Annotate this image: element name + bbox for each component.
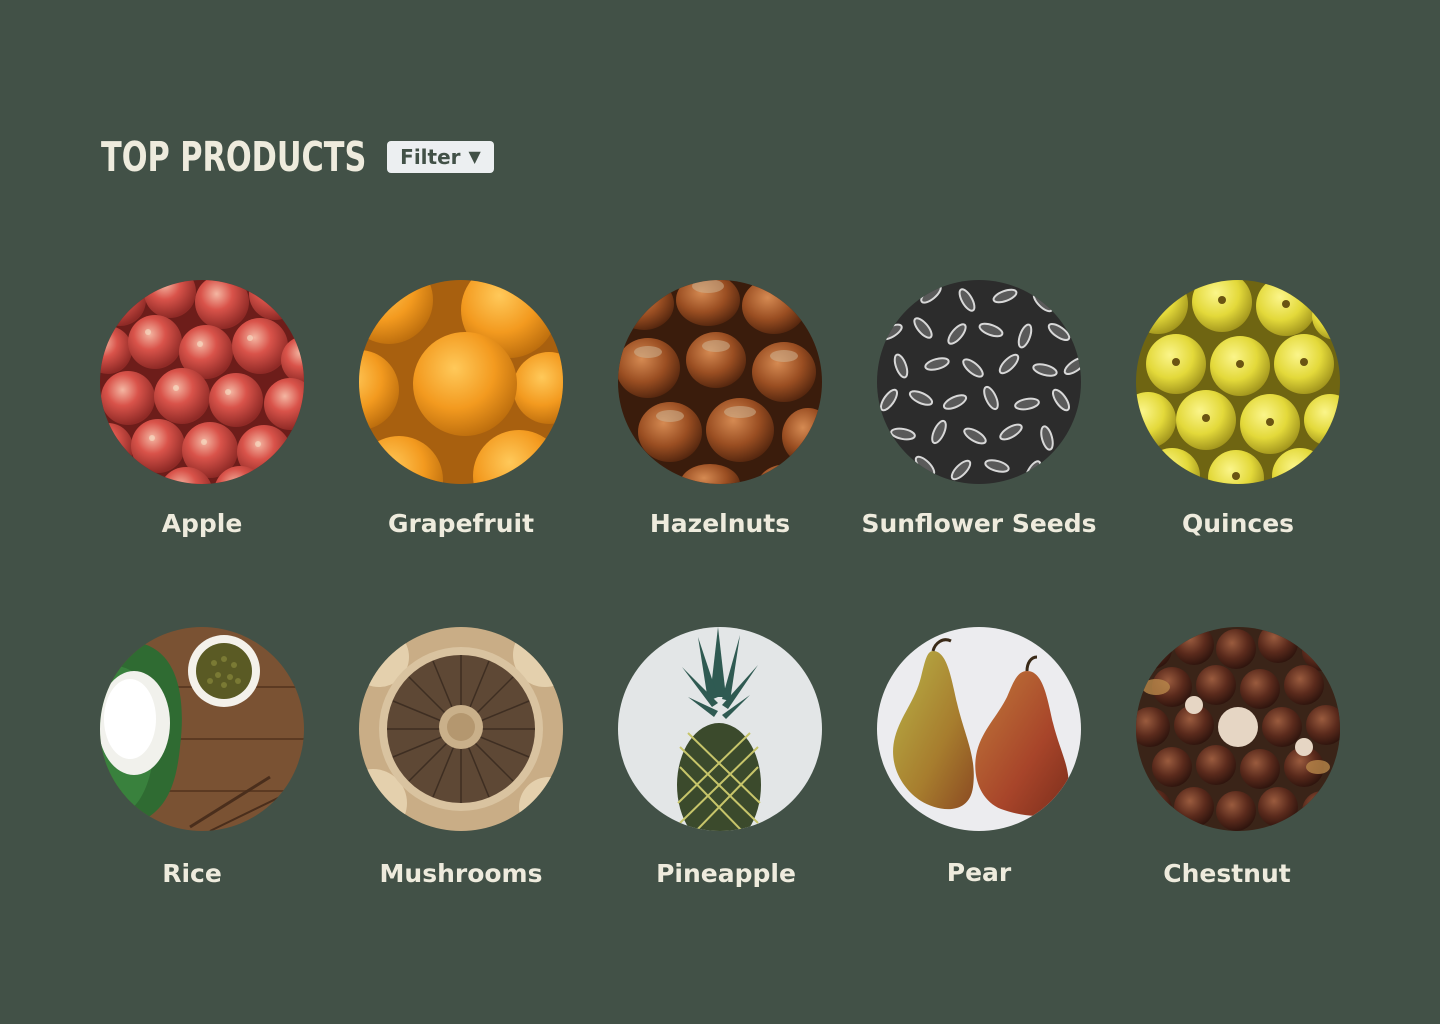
product-label: Pineapple: [656, 859, 796, 888]
hazelnuts-image: [618, 280, 822, 484]
mushrooms-image: [359, 627, 563, 831]
chestnut-image: [1136, 627, 1340, 831]
product-label: Sunflower Seeds: [861, 509, 1097, 538]
filter-button[interactable]: Filter ▼: [387, 141, 494, 173]
sunflower-seeds-image: [877, 280, 1081, 484]
pineapple-image: [618, 627, 822, 831]
rice-image: [100, 627, 304, 831]
product-label: Rice: [162, 859, 222, 888]
product-label: Grapefruit: [387, 509, 535, 538]
product-label: Quinces: [1181, 509, 1295, 538]
pear-image: [877, 627, 1081, 831]
page-title: TOP PRODUCTS: [101, 133, 367, 181]
product-label: Mushrooms: [379, 859, 543, 888]
product-label: Apple: [161, 509, 243, 538]
quinces-image: [1136, 280, 1340, 484]
grapefruit-image: [359, 280, 563, 484]
caret-down-icon: ▼: [468, 147, 481, 166]
filter-label: Filter: [400, 145, 461, 169]
product-label: Chestnut: [1163, 859, 1291, 888]
product-label: Hazelnuts: [649, 509, 791, 538]
product-label: Pear: [946, 858, 1012, 887]
apple-image: [100, 280, 304, 484]
